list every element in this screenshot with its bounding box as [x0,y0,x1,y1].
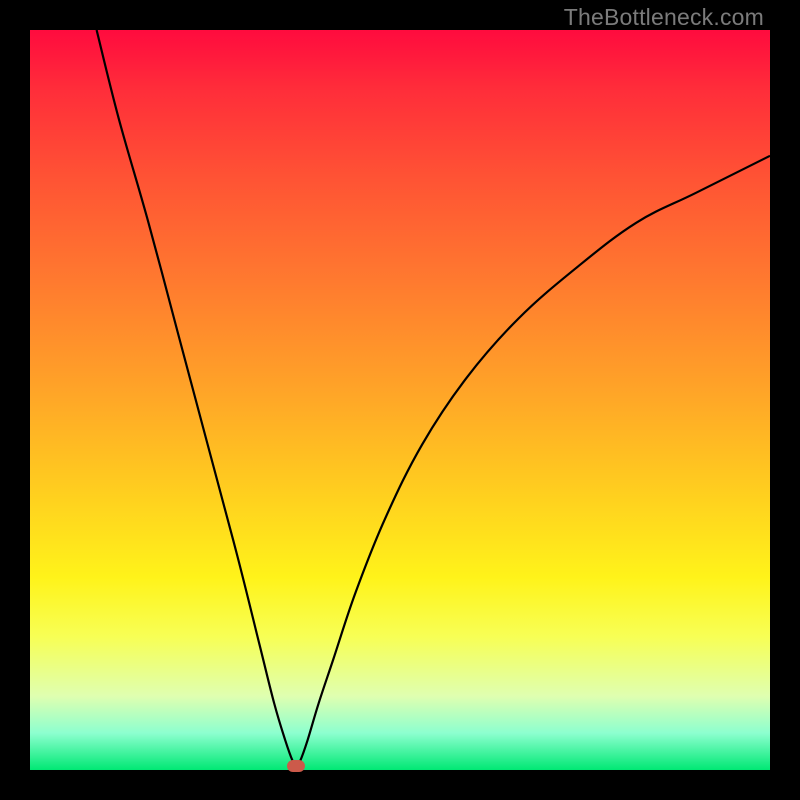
chart-frame [30,30,770,770]
curve-right-branch [296,156,770,767]
bottleneck-curve [30,30,770,770]
watermark-text: TheBottleneck.com [564,4,764,31]
curve-left-branch [97,30,297,766]
minimum-marker [287,760,305,772]
